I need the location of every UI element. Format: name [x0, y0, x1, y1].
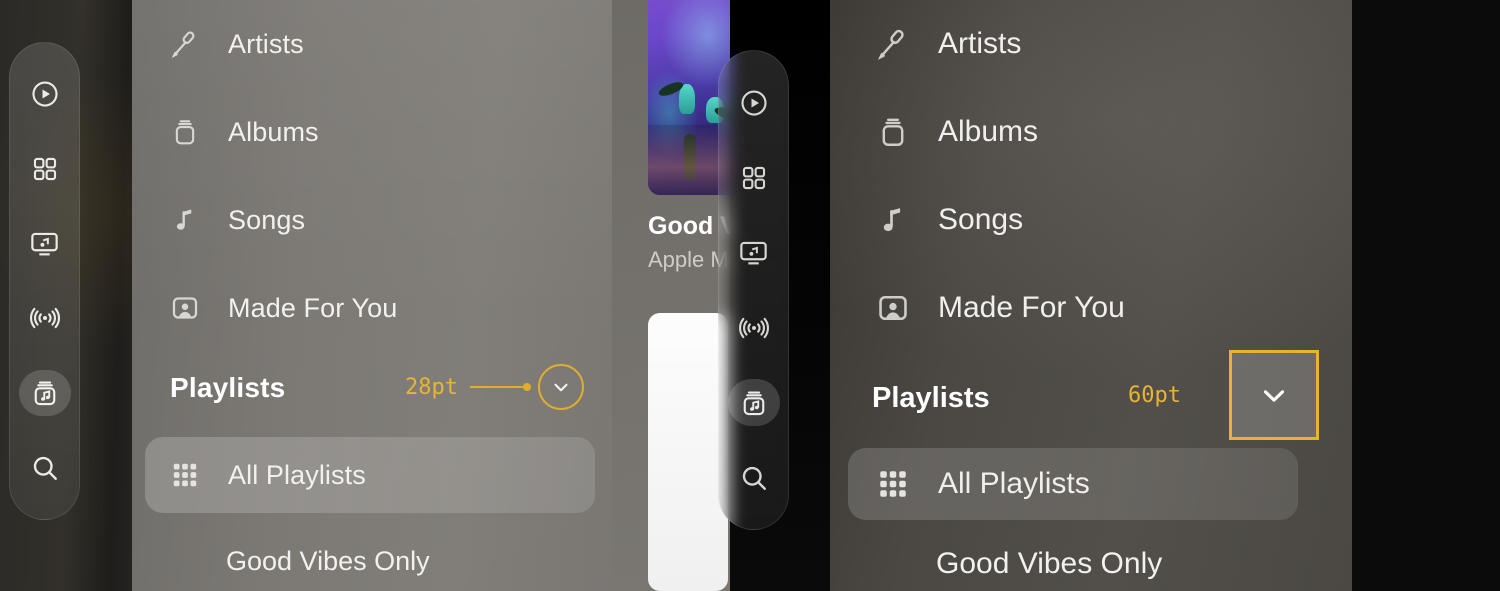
- menu-item-albums[interactable]: Albums: [132, 88, 612, 176]
- menu-item-made-for-you[interactable]: Made For You: [830, 264, 1352, 352]
- chevron-down-icon: [1263, 390, 1285, 402]
- menu-item-label: Made For You: [938, 291, 1125, 324]
- annotation-value: 60pt: [1128, 382, 1181, 408]
- section-title: Playlists: [872, 381, 990, 414]
- tv-music-icon: [31, 233, 58, 256]
- music-note-icon: [876, 203, 916, 237]
- left-composition: Artists Albums Songs Made For You Playli…: [0, 0, 612, 591]
- menu-item-label: Artists: [228, 28, 304, 59]
- playlist-artwork: [862, 540, 910, 588]
- rail-item-library[interactable]: [727, 379, 780, 426]
- middle-card-subtitle: Apple M: [648, 247, 729, 272]
- menu-item-label: Songs: [938, 203, 1024, 236]
- middle-navigation-rail: [718, 50, 789, 530]
- play-circle-icon: [740, 89, 767, 116]
- playlist-label: Good Vibes Only: [226, 545, 430, 576]
- chevron-down-icon: [554, 383, 568, 392]
- search-icon: [33, 456, 57, 480]
- album-stack-icon: [170, 117, 210, 147]
- person-frame-icon: [170, 293, 210, 323]
- menu-item-label: All Playlists: [938, 467, 1090, 500]
- tv-music-icon: [740, 241, 767, 265]
- menu-item-label: Artists: [938, 27, 1022, 60]
- middle-white-card: [648, 313, 728, 591]
- grid-four-icon: [33, 157, 56, 181]
- menu-item-label: All Playlists: [228, 459, 366, 490]
- menu-item-label: Made For You: [228, 292, 398, 323]
- menu-item-artists[interactable]: Artists: [830, 0, 1352, 88]
- annotation-value: 28pt: [405, 374, 458, 400]
- rail-item-play[interactable]: [19, 71, 71, 118]
- menu-item-songs[interactable]: Songs: [830, 176, 1352, 264]
- music-library-icon: [34, 381, 55, 406]
- rail-item-radio[interactable]: [19, 295, 71, 342]
- grid-nine-icon: [170, 460, 210, 490]
- rail-item-search[interactable]: [19, 444, 71, 491]
- rail-item-search[interactable]: [728, 454, 780, 501]
- menu-item-label: Albums: [228, 116, 319, 147]
- right-menu-list: Artists Albums Songs Made For You: [830, 0, 1352, 352]
- rail-item-library[interactable]: [18, 369, 71, 417]
- menu-item-songs[interactable]: Songs: [132, 176, 612, 264]
- size-annotation-28pt: 28pt: [405, 362, 590, 412]
- rail-item-browse[interactable]: [19, 146, 71, 193]
- rail-item-video[interactable]: [728, 229, 780, 276]
- annotation-target-box[interactable]: [1228, 350, 1319, 440]
- microphone-icon: [876, 27, 916, 61]
- menu-item-all-playlists[interactable]: All Playlists: [848, 448, 1298, 520]
- menu-item-label: Songs: [228, 204, 306, 235]
- section-title: Playlists: [170, 372, 286, 403]
- radio-waves-icon: [738, 317, 769, 338]
- menu-item-label: Albums: [938, 115, 1039, 148]
- size-annotation-60pt: 60pt: [1128, 350, 1319, 440]
- microphone-icon: [170, 29, 210, 59]
- annotation-leader-line: [469, 383, 531, 391]
- rail-item-play[interactable]: [728, 79, 780, 126]
- left-navigation-rail: [9, 42, 80, 520]
- person-frame-icon: [876, 291, 916, 325]
- menu-item-all-playlists[interactable]: All Playlists: [145, 437, 595, 513]
- menu-item-made-for-you[interactable]: Made For You: [132, 264, 612, 352]
- search-icon: [742, 466, 766, 490]
- radio-waves-icon: [29, 308, 60, 329]
- screenshot-stage: Artists Albums Songs Made For You Playli…: [0, 0, 1500, 591]
- annotation-target-circle[interactable]: [537, 364, 584, 410]
- playlist-item-good-vibes-only[interactable]: Good Vibes Only: [160, 530, 600, 591]
- rail-item-browse[interactable]: [728, 154, 780, 201]
- menu-item-artists[interactable]: Artists: [132, 0, 612, 88]
- grid-four-icon: [742, 166, 765, 189]
- menu-item-albums[interactable]: Albums: [830, 88, 1352, 176]
- left-menu-list: Artists Albums Songs Made For You: [132, 0, 612, 352]
- playlist-item-good-vibes-only[interactable]: Good Vibes Only: [862, 540, 1162, 588]
- album-stack-icon: [876, 115, 916, 149]
- music-library-icon: [743, 390, 764, 415]
- playlist-artwork: [160, 539, 204, 583]
- playlist-label: Good Vibes Only: [936, 547, 1163, 580]
- rail-item-radio[interactable]: [728, 304, 780, 351]
- rail-item-video[interactable]: [19, 220, 71, 267]
- music-note-icon: [170, 205, 210, 235]
- grid-nine-icon: [876, 467, 916, 501]
- play-circle-icon: [31, 81, 58, 107]
